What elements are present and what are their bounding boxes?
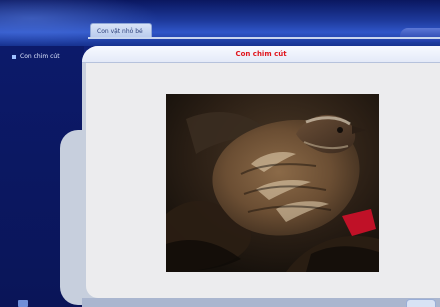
tab-divider	[88, 37, 440, 39]
quail-image	[166, 94, 379, 272]
app-window: Con vật nhỏ bé Con chim cút Con chim cút	[0, 0, 440, 307]
sidebar-item-label: Con chim cút	[20, 53, 60, 60]
content-title: Con chim cút	[235, 50, 287, 58]
bottom-left-icon[interactable]	[18, 300, 28, 307]
quail-photo	[166, 94, 379, 272]
bottom-bar	[82, 298, 440, 307]
top-right-tab[interactable]	[400, 28, 440, 42]
tab-category[interactable]: Con vật nhỏ bé	[90, 23, 152, 38]
sidebar-item-quail[interactable]: Con chim cút	[12, 52, 80, 62]
bullet-icon	[12, 54, 16, 59]
bottom-right-button[interactable]	[406, 299, 436, 307]
top-banner	[0, 0, 440, 46]
